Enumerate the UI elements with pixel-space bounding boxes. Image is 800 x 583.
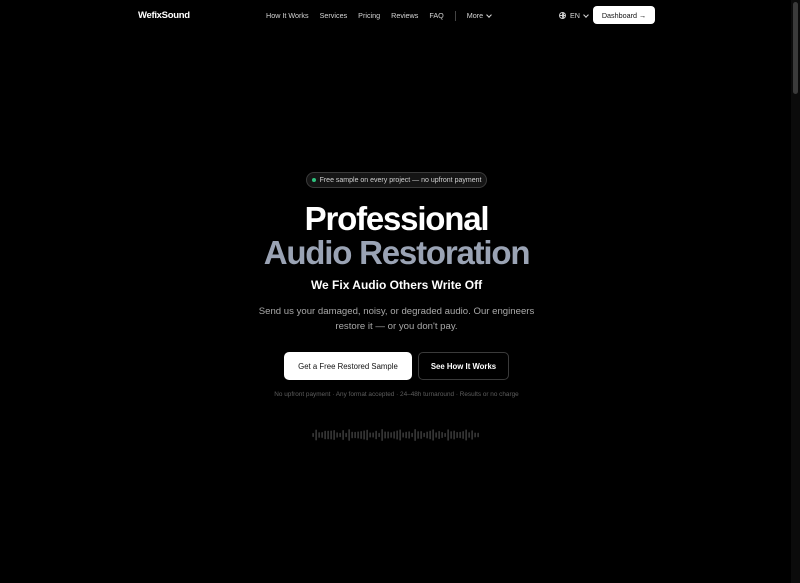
waveform-bar	[315, 429, 317, 441]
waveform-bar	[405, 431, 407, 439]
waveform-bar	[390, 432, 392, 438]
waveform-bar	[387, 431, 389, 439]
waveform-bar	[468, 432, 470, 438]
waveform-bar	[453, 430, 455, 440]
waveform-bar	[441, 432, 443, 438]
nav-more-label: More	[466, 11, 484, 20]
waveform-bar	[333, 430, 335, 440]
waveform-bar	[321, 432, 323, 438]
scrollbar-thumb[interactable]	[793, 2, 798, 94]
waveform-bar	[417, 431, 419, 439]
waveform-bar	[420, 431, 422, 439]
free-sample-badge: Free sample on every project — no upfron…	[306, 172, 487, 188]
waveform-bar	[312, 433, 314, 437]
waveform-bar	[435, 432, 437, 438]
waveform-bar	[465, 429, 467, 441]
waveform-bar	[336, 432, 338, 438]
trust-line: No upfront payment · Any format accepted…	[274, 391, 519, 398]
waveform-bar	[393, 431, 395, 439]
waveform-bar	[360, 431, 362, 439]
waveform-bar	[381, 429, 383, 441]
top-nav: WefixSound How It Works Services Pricing…	[138, 6, 656, 25]
waveform-icon	[312, 429, 479, 441]
see-how-it-works-button[interactable]: See How It Works	[418, 352, 509, 380]
get-free-sample-button[interactable]: Get a Free Restored Sample	[284, 352, 412, 380]
waveform-bar	[414, 429, 416, 441]
waveform-bar	[375, 430, 377, 440]
waveform-bar	[318, 432, 320, 438]
waveform-bar	[411, 432, 413, 438]
nav-link-services[interactable]: Services	[320, 11, 348, 20]
waveform-bar	[339, 432, 341, 438]
waveform-bar	[348, 429, 350, 441]
waveform-bar	[444, 432, 446, 438]
logo[interactable]: WefixSound	[138, 10, 190, 21]
nav-link-how-it-works[interactable]: How It Works	[266, 11, 309, 20]
nav-more-dropdown[interactable]: More	[466, 11, 492, 20]
nav-divider	[454, 10, 456, 21]
waveform-bar	[351, 431, 353, 439]
waveform-bar	[384, 431, 386, 439]
waveform-bar	[342, 430, 344, 440]
waveform-bar	[402, 432, 404, 438]
language-selector[interactable]: EN	[559, 6, 589, 25]
waveform-bar	[450, 431, 452, 439]
hero-description: Send us your damaged, noisy, or degraded…	[258, 306, 535, 332]
chevron-down-icon	[486, 11, 492, 18]
page: WefixSound How It Works Services Pricing…	[0, 0, 800, 583]
waveform-bar	[474, 432, 476, 438]
waveform-bar	[432, 429, 434, 441]
hero-title-line2: Audio Restoration	[263, 234, 531, 271]
waveform-bar	[372, 432, 374, 438]
nav-link-pricing[interactable]: Pricing	[358, 11, 380, 20]
nav-links: How It Works Services Pricing Reviews FA…	[266, 6, 492, 25]
waveform-bar	[327, 430, 329, 440]
globe-icon	[559, 12, 566, 19]
waveform-bar	[438, 431, 440, 439]
hero-title-line1: Professional	[304, 200, 490, 237]
waveform-bar	[426, 431, 428, 439]
waveform-bar	[462, 431, 464, 439]
waveform-bar	[345, 432, 347, 438]
waveform-bar	[429, 430, 431, 440]
nav-link-faq[interactable]: FAQ	[429, 11, 443, 20]
waveform-bar	[399, 429, 401, 441]
waveform-bar	[471, 430, 473, 440]
waveform-bar	[456, 432, 458, 438]
waveform-bar	[357, 431, 359, 439]
waveform-bar	[447, 429, 449, 441]
waveform-bar	[366, 429, 368, 441]
waveform-bar	[354, 431, 356, 439]
language-label: EN	[570, 11, 580, 20]
waveform-bar	[423, 432, 425, 438]
waveform-bar	[459, 431, 461, 439]
waveform-bar	[396, 430, 398, 440]
waveform-bar	[330, 430, 332, 440]
waveform-bar	[408, 431, 410, 439]
dashboard-button[interactable]: Dashboard →	[593, 6, 655, 24]
waveform-bar	[378, 432, 380, 438]
status-dot-icon	[311, 178, 316, 182]
waveform-bar	[369, 432, 371, 438]
waveform-bar	[477, 432, 479, 438]
waveform-bar	[363, 430, 365, 440]
nav-link-reviews[interactable]: Reviews	[391, 11, 418, 20]
hero-subtitle: We Fix Audio Others Write Off	[310, 278, 483, 292]
badge-text: Free sample on every project — no upfron…	[319, 176, 482, 184]
waveform-bar	[324, 430, 326, 440]
chevron-down-icon	[583, 11, 589, 18]
